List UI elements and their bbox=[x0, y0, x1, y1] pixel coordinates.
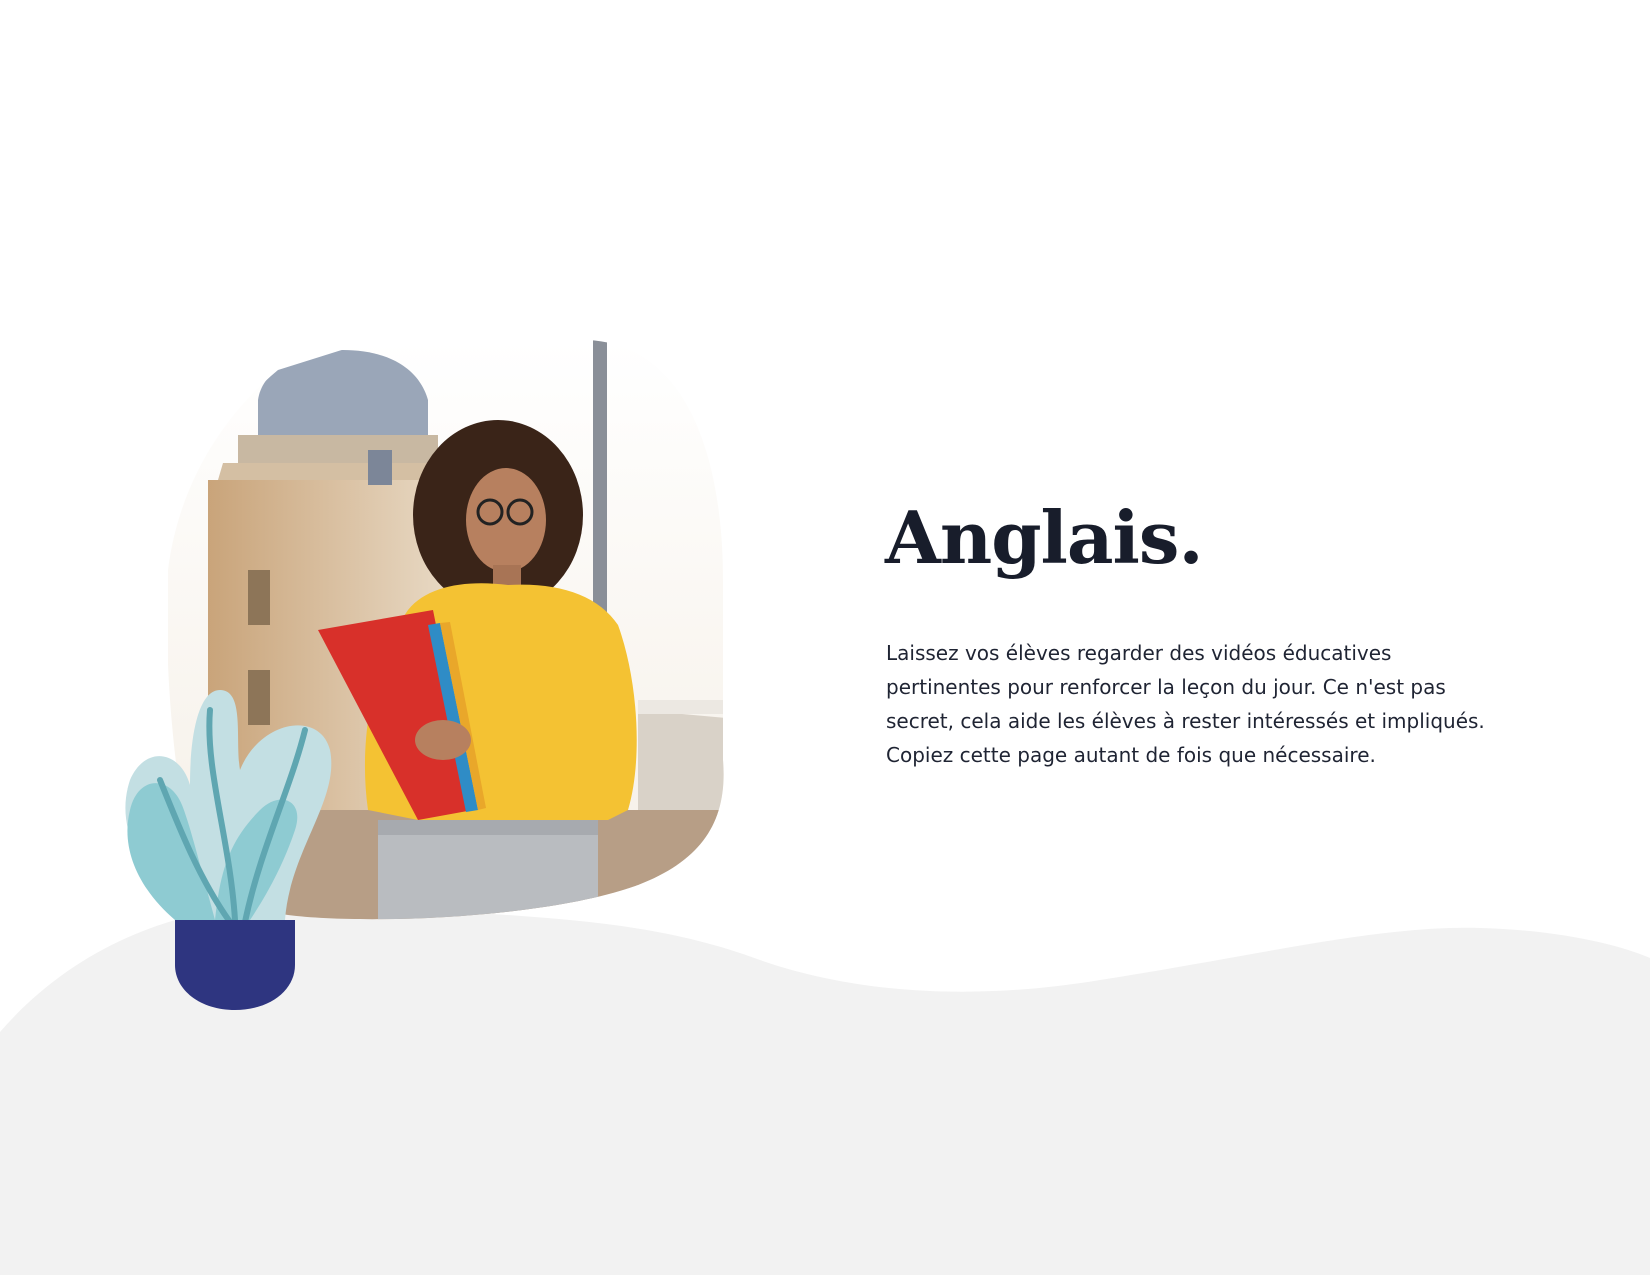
potted-plant-icon bbox=[125, 690, 332, 1010]
page-title: Anglais. bbox=[885, 495, 1204, 580]
page: Anglais. Laissez vos élèves regarder des… bbox=[0, 0, 1650, 1275]
body-paragraph: Laissez vos élèves regarder des vidéos é… bbox=[886, 641, 1485, 767]
